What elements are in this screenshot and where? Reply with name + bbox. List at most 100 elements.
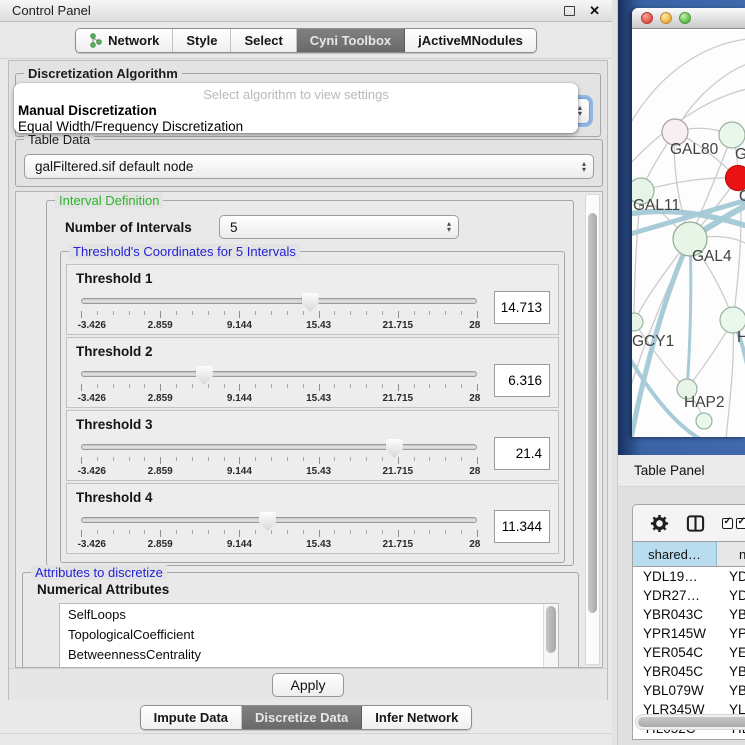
slider-tick-label: 21.715 [383,539,414,550]
node-label: H [737,329,745,346]
threshold-value-input[interactable]: 11.344 [494,510,550,543]
network-node[interactable] [632,313,643,331]
tab-discretize-data[interactable]: Discretize Data [242,706,362,729]
slider-tick-label: 28 [469,393,480,404]
network-nodes [632,119,745,429]
float-window-icon[interactable] [564,6,575,16]
slider-tick-label: 28 [469,320,480,331]
scrollbar-thumb[interactable] [638,717,745,727]
group-title: Table Data [24,132,94,147]
slider-tick-label: 15.43 [306,393,331,404]
network-canvas[interactable]: GAL80GAL11GAL4GCY1HAP2GACH [632,29,745,437]
threshold-panel: Threshold 4 -3.4262.8599.14415.4321.7152… [66,483,559,554]
node-label: C [739,188,745,205]
threshold-value-input[interactable]: 14.713 [494,291,550,324]
slider-tick-label: 9.144 [227,393,252,404]
table-header-row: shared… na [633,541,745,567]
scrollbar-thumb[interactable] [588,213,597,613]
table-row[interactable]: YDL19…YDL1 [633,567,745,586]
threshold-slider[interactable]: -3.4262.8599.14415.4321.71528 [77,363,481,407]
network-node-selected[interactable] [726,166,745,191]
slider-thumb[interactable] [386,439,403,458]
threshold-value-input[interactable]: 21.4 [494,437,550,470]
cyni-toolbox-content: Discretization Algorithm ▴▾ Select algor… [8,60,608,700]
network-view-window[interactable]: GAL80GAL11GAL4GCY1HAP2GACH [632,8,745,437]
threshold-label: Threshold 2 [76,344,153,359]
slider-thumb[interactable] [302,293,319,312]
node-label: GAL80 [670,141,719,158]
threshold-slider[interactable]: -3.4262.8599.14415.4321.71528 [77,509,481,553]
slider-thumb[interactable] [259,512,276,531]
table-horizontal-scrollbar[interactable] [635,714,745,730]
settings-scrollbar[interactable] [585,194,600,665]
control-panel-titlebar: Control Panel ✕ [0,0,612,22]
list-item[interactable]: TopologicalCoefficient [60,624,558,644]
network-node[interactable] [696,413,712,429]
column-header-shared-name[interactable]: shared… [633,542,717,566]
tab-jactivemnodules[interactable]: jActiveMNodules [405,29,536,52]
tab-infer-network[interactable]: Infer Network [362,706,471,729]
gear-icon[interactable] [650,514,669,533]
slider-tick-label: -3.426 [78,466,106,477]
threshold-slider[interactable]: -3.4262.8599.14415.4321.71528 [77,290,481,334]
tab-select[interactable]: Select [231,29,296,52]
table-row[interactable]: YBR043CYBR0 [633,605,745,624]
thresholds-group: Threshold's Coordinates for 5 Intervals … [60,251,565,563]
table-toolbar [633,505,745,541]
scrollbar-thumb[interactable] [546,606,556,653]
tab-network[interactable]: Network [76,29,173,52]
threshold-value-input[interactable]: 6.316 [494,364,550,397]
slider-tick-label: 2.859 [148,320,173,331]
column-header-name[interactable]: na [717,542,745,566]
list-scrollbar[interactable] [543,604,558,668]
dropdown-option-equal-width[interactable]: Equal Width/Frequency Discretization [14,118,578,133]
network-node[interactable] [719,122,745,148]
zoom-traffic-light-icon[interactable] [679,12,691,24]
slider-tick-label: 2.859 [148,539,173,550]
table-row[interactable]: YER054CYER0 [633,643,745,662]
minimize-traffic-light-icon[interactable] [660,12,672,24]
combo-stepper-icon: ▴▾ [578,105,589,117]
checkbox-icon[interactable] [736,518,745,529]
table-row[interactable]: YBR045CYBR0 [633,662,745,681]
apply-button[interactable]: Apply [272,673,343,697]
numerical-attributes-list[interactable]: SelfLoopsTopologicalCoefficientBetweenne… [59,603,559,668]
node-label: GAL4 [692,248,732,265]
table-rows: YDL19…YDL1YDR27…YDR2YBR043CYBR0YPR145WYP… [633,567,745,738]
slider-thumb[interactable] [196,366,213,385]
slider-tick-label: 15.43 [306,320,331,331]
list-item[interactable]: SelfLoops [60,604,558,624]
dropdown-option-manual[interactable]: Manual Discretization [14,102,578,118]
algorithm-dropdown-popup: Select algorithm to view settings Manual… [14,83,578,133]
panel-title: Control Panel [12,3,91,18]
group-title: Discretization Algorithm [24,66,182,81]
control-panel: Control Panel ✕ Network Style Select Cyn… [0,0,612,745]
list-item[interactable]: BetweennessCentrality [60,644,558,664]
node-table-card: shared… na YDL19…YDL1YDR27…YDR2YBR043CYB… [632,504,745,740]
threshold-slider[interactable]: -3.4262.8599.14415.4321.71528 [77,436,481,480]
table-panel-titlebar: Table Panel [618,455,745,487]
close-traffic-light-icon[interactable] [641,12,653,24]
right-region: GAL80GAL11GAL4GCY1HAP2GACH Table Panel [612,0,745,745]
slider-tick-label: 21.715 [383,393,414,404]
slider-tick-label: 28 [469,466,480,477]
group-title: Attributes to discretize [31,565,167,580]
table-row[interactable]: YPR145WYPR1 [633,624,745,643]
number-of-intervals-label: Number of Intervals [65,220,192,235]
table-row[interactable]: YBL079WYBL0 [633,681,745,700]
top-tabstrip: Network Style Select Cyni Toolbox jActiv… [0,23,612,59]
threshold-panel: Threshold 1 -3.4262.8599.14415.4321.7152… [66,264,559,335]
checkbox-icon[interactable] [722,518,733,529]
tab-cyni-toolbox[interactable]: Cyni Toolbox [297,29,405,52]
apply-strip: Apply [9,668,607,700]
number-of-intervals-combobox[interactable]: 5 ▴▾ [219,215,459,239]
tab-impute-data[interactable]: Impute Data [141,706,242,729]
table-data-combobox[interactable]: galFiltered.sif default node ▴▾ [24,154,594,179]
slider-tick-label: 21.715 [383,466,414,477]
combo-stepper-icon: ▴▾ [447,221,458,233]
split-columns-icon[interactable] [686,514,705,533]
table-row[interactable]: YDR27…YDR2 [633,586,745,605]
tab-style[interactable]: Style [173,29,231,52]
slider-tick-label: 2.859 [148,466,173,477]
close-icon[interactable]: ✕ [589,3,600,19]
